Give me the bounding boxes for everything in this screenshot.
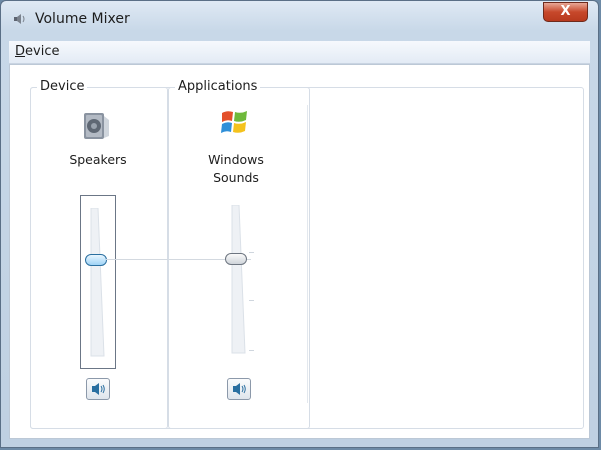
mixer-panel: Device Speakers Applications Windows Sou… [9,64,590,439]
windows-sounds-mute-button[interactable] [227,378,251,400]
windows-logo-icon[interactable] [219,106,251,138]
speakers-volume-slider[interactable] [80,195,116,369]
windows-sounds-track-wedge [231,205,246,354]
windows-sounds-label-line2: Sounds [213,170,259,185]
menu-device-accelerator: D [15,44,26,59]
volume-mixer-window: Volume Mixer X Device Device Speakers Ap… [0,0,599,448]
close-icon: X [560,4,571,19]
speaker-app-icon [14,14,25,24]
windows-sounds-volume-slider[interactable] [222,205,258,359]
slider-tick [249,300,254,301]
menu-device[interactable]: Device [15,44,59,59]
slider-tick [249,252,254,253]
menu-device-label: evice [25,44,60,59]
applications-group-label: Applications [175,79,261,94]
menu-bar: Device [9,41,590,64]
title-bar[interactable]: Volume Mixer X [1,1,598,35]
close-button[interactable]: X [543,2,588,22]
device-group-label: Device [37,79,88,94]
window-title: Volume Mixer [35,11,130,27]
slider-tick [249,350,254,351]
speakers-track-wedge [90,208,105,357]
speaker-volume-icon [233,383,246,395]
speakers-volume-thumb[interactable] [85,254,107,266]
speaker-icon[interactable] [80,110,112,142]
speaker-volume-icon [92,383,105,395]
speakers-label: Speakers [69,152,127,167]
windows-sounds-label-line1: Windows [208,152,264,167]
windows-sounds-volume-thumb[interactable] [225,253,247,265]
speakers-mute-button[interactable] [86,378,110,400]
applications-separator [307,105,308,403]
